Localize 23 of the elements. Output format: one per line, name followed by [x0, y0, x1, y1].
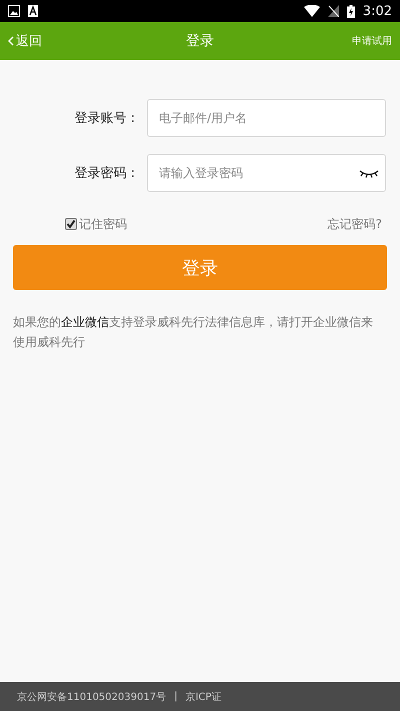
closed-eye-icon[interactable] [359, 168, 379, 178]
notice-text: 如果您的企业微信支持登录威科先行法律信息库，请打开企业微信来使用威科先行 [13, 314, 374, 351]
chevron-left-icon [8, 36, 14, 46]
image-icon [8, 5, 20, 17]
clock-time: 3:02 [362, 4, 392, 18]
page-title: 登录 [186, 32, 214, 50]
back-link[interactable]: 返回 [8, 32, 42, 50]
no-signal-icon [328, 5, 339, 17]
separator: | [174, 691, 178, 702]
field-label: 登录账号 : [73, 110, 136, 127]
account-field[interactable]: 电子邮件/用户名 [147, 99, 386, 137]
trial-link[interactable]: 申请试用 [352, 34, 392, 48]
login-button[interactable]: 登录 [13, 245, 387, 290]
field-label: 登录密码 : [73, 165, 136, 182]
remember-checkbox[interactable] [65, 218, 77, 230]
battery-icon [346, 4, 355, 18]
footer-text: 京公网安备11010502039017号 [17, 690, 166, 704]
remember-label: 记住密码 [79, 216, 127, 232]
password-field[interactable]: 请输入登录密码 [147, 154, 386, 192]
wifi-icon [304, 5, 320, 17]
forgot-password-link[interactable]: 忘记密码? [328, 216, 382, 232]
footer-text: 京ICP证 [185, 690, 222, 704]
font-icon [28, 5, 38, 17]
